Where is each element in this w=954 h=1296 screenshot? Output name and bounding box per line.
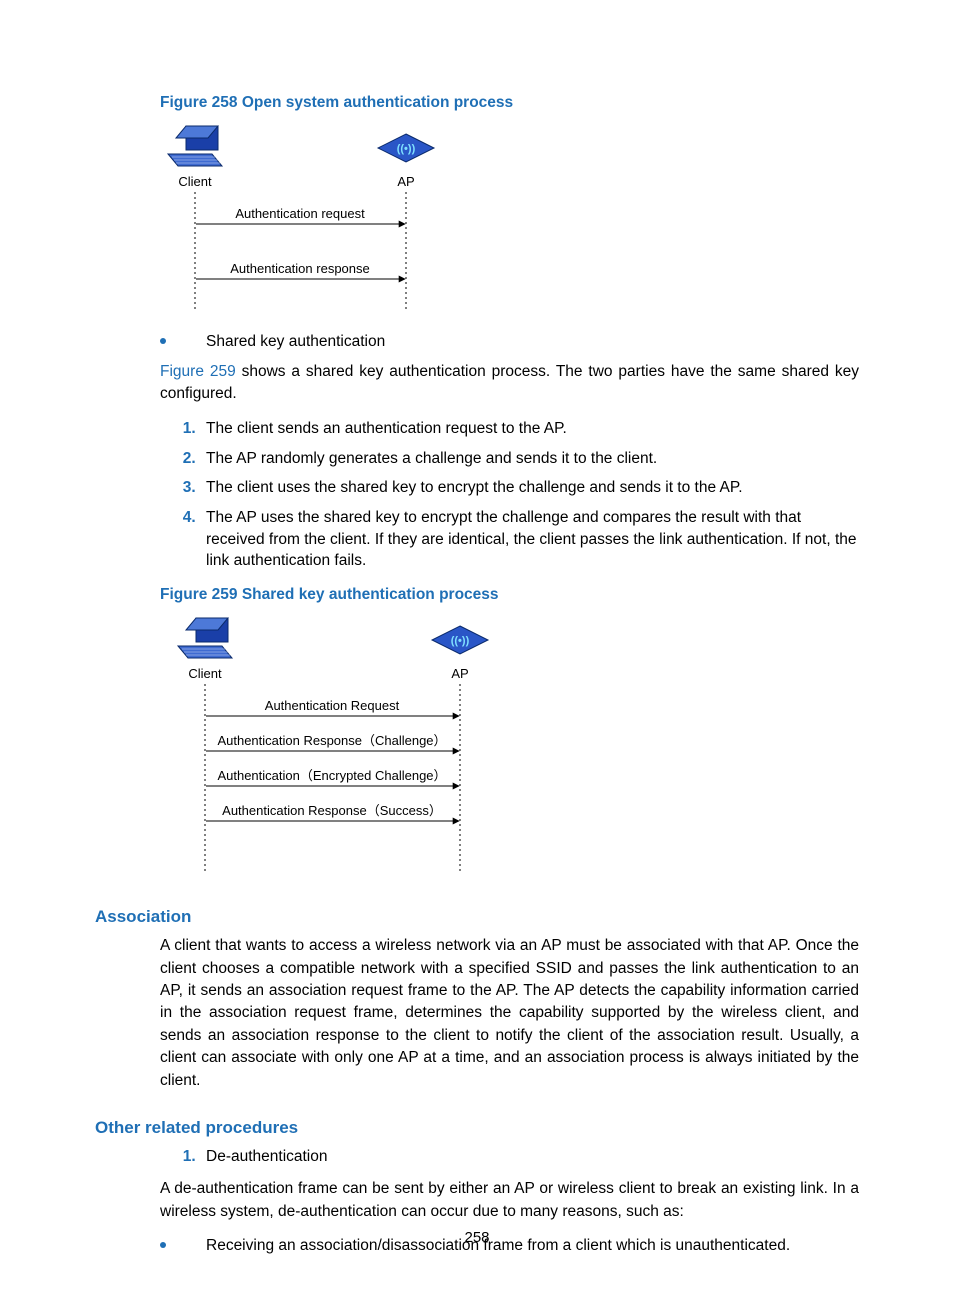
paragraph: A client that wants to access a wireless… [160, 935, 859, 1092]
ap-label: AP [451, 666, 468, 681]
paragraph: A de-authentication frame can be sent by… [160, 1178, 859, 1223]
access-point-icon: ((•)) [432, 626, 488, 654]
ap-label: AP [397, 174, 414, 189]
bullet-icon [160, 338, 166, 344]
client-label: Client [178, 174, 212, 189]
laptop-icon [178, 618, 232, 658]
paragraph-text: shows a shared key authentication proces… [160, 363, 859, 402]
list-item: The AP uses the shared key to encrypt th… [200, 507, 859, 572]
bullet-text: Shared key authentication [206, 333, 385, 351]
list-item: The client sends an authentication reque… [200, 418, 859, 440]
figure-258-caption: Figure 258 Open system authentication pr… [160, 94, 859, 112]
list-item: The client uses the shared key to encryp… [200, 477, 859, 499]
sequence-diagram-259: Client ((•)) AP Authentication Request A… [160, 616, 490, 876]
seq-msg: Authentication Response（Challenge） [217, 733, 446, 748]
heading-other-related-procedures: Other related procedures [95, 1118, 859, 1138]
paragraph: Figure 259 shows a shared key authentica… [160, 361, 859, 406]
sequence-diagram-258: Client ((•)) AP Authentication request A… [160, 124, 460, 314]
figure-259-xref[interactable]: Figure 259 [160, 363, 236, 380]
seq-msg: Authentication request [235, 206, 365, 221]
seq-msg: Authentication Response（Success） [222, 803, 442, 818]
numbered-list: De-authentication [160, 1146, 859, 1168]
seq-msg: Authentication response [230, 261, 369, 276]
svg-text:((•)): ((•)) [397, 143, 416, 155]
list-item: The AP randomly generates a challenge an… [200, 448, 859, 470]
figure-258-diagram: Client ((•)) AP Authentication request A… [160, 118, 859, 319]
svg-text:((•)): ((•)) [451, 635, 470, 647]
figure-259-caption: Figure 259 Shared key authentication pro… [160, 586, 859, 604]
client-label: Client [188, 666, 222, 681]
bullet-item: Shared key authentication [160, 333, 859, 351]
heading-association: Association [95, 907, 859, 927]
access-point-icon: ((•)) [378, 134, 434, 162]
seq-msg: Authentication（Encrypted Challenge） [217, 768, 446, 783]
seq-msg: Authentication Request [265, 698, 400, 713]
page-number: 258 [0, 1229, 954, 1246]
numbered-list: The client sends an authentication reque… [160, 418, 859, 572]
laptop-icon [168, 126, 222, 166]
page: Figure 258 Open system authentication pr… [0, 0, 954, 1296]
figure-259-diagram: Client ((•)) AP Authentication Request A… [160, 610, 859, 881]
list-item: De-authentication [200, 1146, 859, 1168]
